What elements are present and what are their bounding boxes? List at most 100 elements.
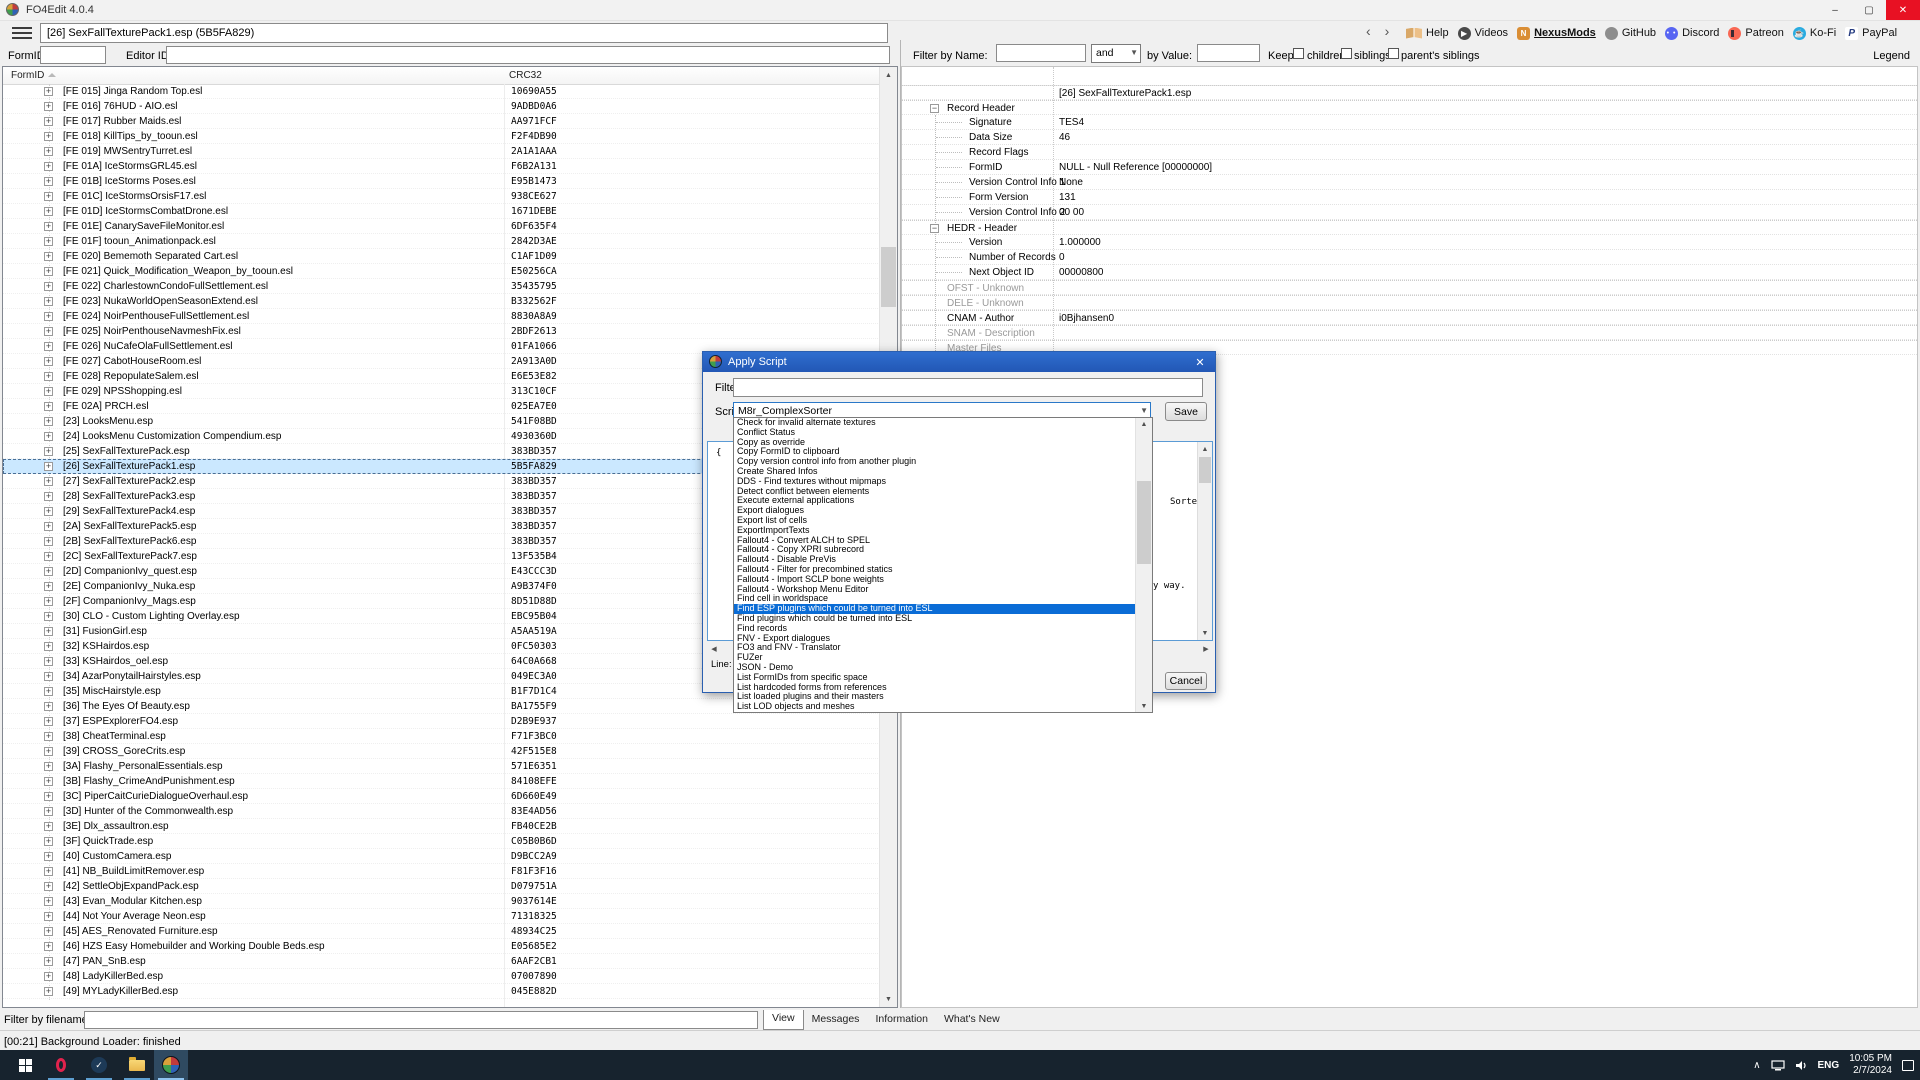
tab-messages[interactable]: Messages [804,1010,868,1030]
expand-plus-icon[interactable]: + [44,432,53,441]
expand-plus-icon[interactable]: + [44,312,53,321]
filter-operator-select[interactable]: and▼ [1091,44,1141,63]
expand-plus-icon[interactable]: + [44,552,53,561]
tree-col-crc32[interactable]: CRC32 [509,70,542,81]
tree-row[interactable]: +[3B] Flashy_CrimeAndPunishment.esp84108… [3,774,880,789]
nav-forward-icon[interactable]: › [1385,23,1404,39]
scroll-up-icon[interactable]: ▲ [880,67,897,83]
tree-row[interactable]: +[37] ESPExplorerFO4.espD2B9E937 [3,714,880,729]
tree-row[interactable]: +[FE 019] MWSentryTurret.esl2A1A1AAA [3,144,880,159]
tree-row[interactable]: +[48] LadyKillerBed.esp07007890 [3,969,880,984]
expand-plus-icon[interactable]: + [44,732,53,741]
detail-row[interactable]: Data Size46 [902,130,1917,145]
expand-plus-icon[interactable]: + [44,267,53,276]
taskbar-fo4edit-icon[interactable] [154,1050,188,1080]
editorid-input[interactable] [166,46,890,64]
dialog-filter-input[interactable] [733,378,1203,397]
link-help[interactable]: Help [1406,27,1449,39]
breadcrumb[interactable]: [26] SexFallTexturePack1.esp (5B5FA829) [40,23,888,43]
expand-plus-icon[interactable]: + [44,147,53,156]
network-icon[interactable] [1771,1060,1785,1071]
expand-plus-icon[interactable]: + [44,912,53,921]
nav-arrows[interactable]: ‹› [1366,23,1403,39]
keep-parents-siblings-checkbox[interactable] [1388,48,1399,59]
tray-chevron-up-icon[interactable]: ∧ [1753,1060,1760,1071]
expand-plus-icon[interactable]: + [44,132,53,141]
tree-header[interactable]: FormID CRC32 [3,67,897,85]
expand-plus-icon[interactable]: + [44,102,53,111]
scroll-up-icon[interactable]: ▲ [1136,418,1152,430]
tree-row[interactable]: +[FE 016] 76HUD - AIO.esl9ADBD0A6 [3,99,880,114]
detail-row[interactable]: Number of Records0 [902,250,1917,265]
keep-children-checkbox[interactable] [1293,48,1304,59]
tree-row[interactable]: +[FE 015] Jinga Random Top.esl10690A55 [3,84,880,99]
expand-plus-icon[interactable]: + [44,252,53,261]
expand-plus-icon[interactable]: + [44,672,53,681]
close-button[interactable]: ✕ [1886,0,1920,20]
script-list-item[interactable]: Find plugins which could be turned into … [734,614,1136,624]
expand-plus-icon[interactable]: + [44,207,53,216]
minimize-button[interactable]: – [1818,0,1852,20]
filter-value-input[interactable] [1197,44,1260,62]
nav-back-icon[interactable]: ‹ [1366,23,1385,39]
expand-plus-icon[interactable]: + [44,357,53,366]
tab-information[interactable]: Information [867,1010,936,1030]
tree-row[interactable]: +[38] CheatTerminal.espF71F3BC0 [3,729,880,744]
expand-plus-icon[interactable]: + [44,657,53,666]
taskbar-clock[interactable]: 10:05 PM 2/7/2024 [1849,1053,1892,1077]
menu-hamburger-icon[interactable] [12,27,32,39]
detail-row[interactable]: OFST - Unknown [902,280,1917,295]
language-indicator[interactable]: ENG [1818,1060,1840,1071]
action-center-icon[interactable] [1902,1060,1914,1071]
expand-plus-icon[interactable]: + [44,117,53,126]
tree-row[interactable]: +[3F] QuickTrade.espC05B0B6D [3,834,880,849]
detail-row[interactable]: Version Control Info 1None [902,175,1917,190]
save-button[interactable]: Save [1165,402,1207,421]
maximize-button[interactable]: ▢ [1852,0,1886,20]
expand-plus-icon[interactable]: + [44,897,53,906]
tree-row[interactable]: +[FE 022] CharlestownCondoFullSettlement… [3,279,880,294]
scroll-left-icon[interactable]: ◀ [707,642,721,656]
taskbar-steam-icon[interactable]: ✓ [82,1050,116,1080]
tree-row[interactable]: +[FE 01D] IceStormsCombatDrone.esl1671DE… [3,204,880,219]
taskbar-windows-start-icon[interactable] [8,1050,42,1080]
expand-plus-icon[interactable]: + [44,942,53,951]
detail-row[interactable]: Record Flags [902,145,1917,160]
link-github[interactable]: GitHub [1605,27,1656,40]
expand-plus-icon[interactable]: + [44,807,53,816]
formid-input[interactable] [40,46,106,64]
scroll-down-icon[interactable]: ▼ [1136,700,1152,712]
expand-plus-icon[interactable]: + [44,462,53,471]
tree-row[interactable]: +[41] NB_BuildLimitRemover.espF81F3F16 [3,864,880,879]
filter-filename-input[interactable] [84,1011,758,1029]
link-discord[interactable]: • •Discord [1665,27,1719,40]
expand-plus-icon[interactable]: + [44,282,53,291]
expand-plus-icon[interactable]: + [44,867,53,876]
detail-row[interactable]: [26] SexFallTexturePack1.esp [902,85,1917,100]
tree-row[interactable]: +[3E] Dlx_assaultron.espFB40CE2B [3,819,880,834]
taskbar-opera-icon[interactable] [44,1050,78,1080]
tree-row[interactable]: +[FE 020] Bememoth Separated Cart.eslC1A… [3,249,880,264]
expand-plus-icon[interactable]: + [44,627,53,636]
detail-row[interactable]: Form Version131 [902,190,1917,205]
legend-label[interactable]: Legend [1873,50,1910,62]
editor-scrollbar-thumb[interactable] [1199,457,1211,483]
detail-row[interactable]: −Record Header [902,100,1917,115]
expand-plus-icon[interactable]: + [44,702,53,711]
expand-plus-icon[interactable]: + [44,972,53,981]
expand-plus-icon[interactable]: + [44,177,53,186]
expand-plus-icon[interactable]: + [44,957,53,966]
expand-plus-icon[interactable]: + [44,507,53,516]
expand-plus-icon[interactable]: + [44,792,53,801]
expand-plus-icon[interactable]: + [44,417,53,426]
expand-plus-icon[interactable]: + [44,372,53,381]
expand-plus-icon[interactable]: + [44,927,53,936]
tree-row[interactable]: +[FE 01C] IceStormsOrsisF17.esl938CE627 [3,189,880,204]
expand-plus-icon[interactable]: + [44,402,53,411]
tree-row[interactable]: +[FE 01E] CanarySaveFileMonitor.esl6DF63… [3,219,880,234]
volume-icon[interactable] [1795,1060,1808,1071]
link-ko-fi[interactable]: ☕Ko-Fi [1793,27,1836,40]
expand-plus-icon[interactable]: + [44,492,53,501]
tree-row[interactable]: +[39] CROSS_GoreCrits.esp42F515E8 [3,744,880,759]
collapse-minus-icon[interactable]: − [930,224,939,233]
